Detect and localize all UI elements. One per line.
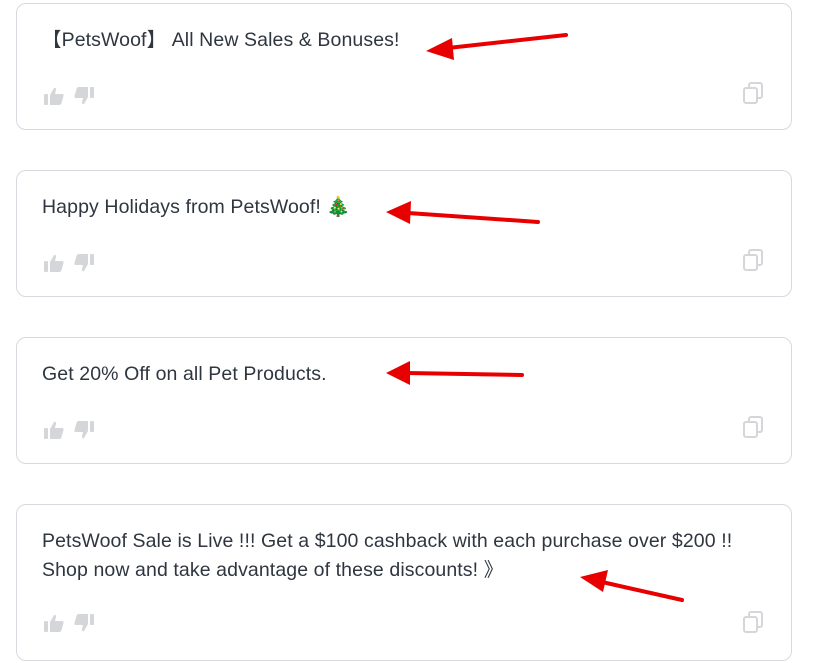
- message-list: 【PetsWoof】 All New Sales & Bonuses! Happ…: [0, 0, 818, 663]
- thumbs-up-icon[interactable]: [43, 419, 65, 441]
- feedback-actions: [43, 419, 95, 441]
- copy-icon[interactable]: [741, 81, 765, 105]
- message-text: 【PetsWoof】 All New Sales & Bonuses!: [42, 29, 400, 51]
- message-card: PetsWoof Sale is Live !!! Get a $100 cas…: [16, 504, 792, 661]
- feedback-actions: [43, 612, 95, 634]
- message-card: 【PetsWoof】 All New Sales & Bonuses!: [16, 3, 792, 130]
- thumbs-up-icon[interactable]: [43, 252, 65, 274]
- thumbs-up-icon[interactable]: [43, 612, 65, 634]
- message-card: Get 20% Off on all Pet Products.: [16, 337, 792, 464]
- message-text: PetsWoof Sale is Live !!! Get a $100 cas…: [42, 530, 733, 581]
- feedback-actions: [43, 85, 95, 107]
- message-text: Get 20% Off on all Pet Products.: [42, 363, 327, 385]
- copy-icon[interactable]: [741, 415, 765, 439]
- thumbs-down-icon[interactable]: [73, 85, 95, 107]
- copy-icon[interactable]: [741, 610, 765, 634]
- copy-icon[interactable]: [741, 248, 765, 272]
- thumbs-down-icon[interactable]: [73, 419, 95, 441]
- thumbs-down-icon[interactable]: [73, 252, 95, 274]
- message-card: Happy Holidays from PetsWoof! 🎄: [16, 170, 792, 297]
- thumbs-down-icon[interactable]: [73, 612, 95, 634]
- message-text: Happy Holidays from PetsWoof! 🎄: [42, 196, 351, 218]
- thumbs-up-icon[interactable]: [43, 85, 65, 107]
- feedback-actions: [43, 252, 95, 274]
